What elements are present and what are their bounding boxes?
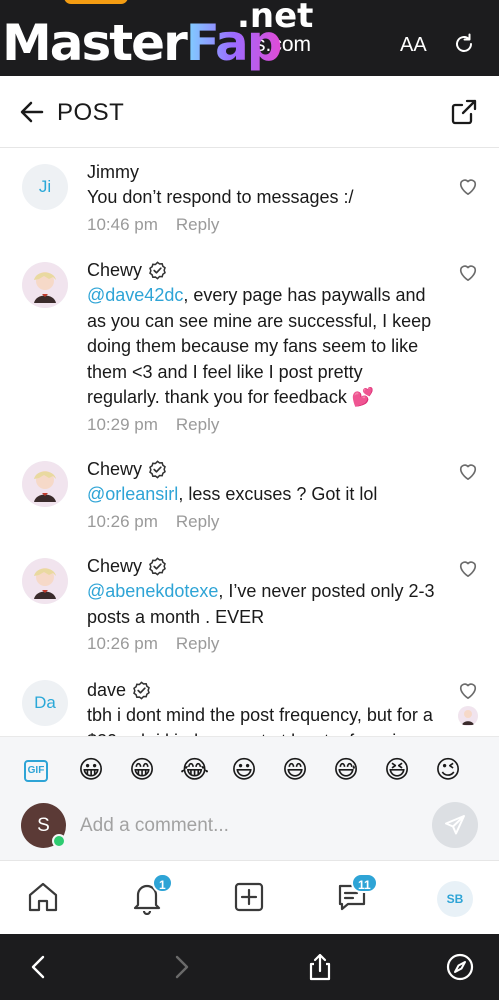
- avatar-jimmy[interactable]: Ji: [22, 164, 68, 210]
- heart-icon[interactable]: [457, 558, 479, 578]
- compass-icon[interactable]: [445, 952, 475, 982]
- share-icon[interactable]: [450, 98, 478, 126]
- heart-icon[interactable]: [457, 262, 479, 282]
- avatar-chewy[interactable]: [22, 262, 68, 308]
- browser-forward-icon[interactable]: [166, 952, 196, 982]
- comment-text: , less excuses ? Got it lol: [178, 484, 378, 504]
- commenter-name[interactable]: Chewy: [87, 258, 142, 282]
- avatar-chewy[interactable]: [22, 558, 68, 604]
- gif-icon[interactable]: GIF: [24, 760, 48, 782]
- verified-badge-icon: [149, 260, 166, 280]
- browser-toolbar: [0, 934, 499, 1000]
- back-arrow-icon[interactable]: [18, 98, 46, 126]
- liked-by-creator-avatar: [458, 706, 478, 726]
- reload-icon[interactable]: [452, 32, 476, 56]
- comment-time: 10:46 pm: [87, 214, 158, 234]
- comment-input[interactable]: [80, 806, 410, 846]
- emoji-grinning[interactable]: 😀: [78, 755, 104, 785]
- commenter-name[interactable]: dave: [87, 678, 126, 702]
- emoji-big-eyes[interactable]: 😃: [231, 755, 257, 785]
- nav-home[interactable]: [25, 879, 61, 915]
- messages-badge: 11: [351, 873, 378, 893]
- emoji-wink[interactable]: 😉: [435, 755, 461, 785]
- notifications-badge: 1: [152, 873, 173, 893]
- commenter-name[interactable]: Jimmy: [87, 160, 139, 184]
- mention-link[interactable]: @dave42dc: [87, 285, 183, 305]
- comments-list: Ji Jimmy You don’t respond to messages :…: [0, 148, 499, 736]
- post-header: POST: [0, 76, 499, 148]
- comment-composer: S: [0, 790, 499, 860]
- avatar-dave[interactable]: Da: [22, 680, 68, 726]
- watermark-net: .net: [237, 0, 314, 36]
- page-title: POST: [57, 99, 125, 126]
- browser-share-icon[interactable]: [305, 952, 335, 982]
- comment-time: 10:26 pm: [87, 511, 158, 531]
- commenter-name[interactable]: Chewy: [87, 457, 142, 481]
- emoji-sweat-smile[interactable]: 😅: [333, 755, 359, 785]
- verified-badge-icon: [133, 680, 150, 700]
- reply-button[interactable]: Reply: [176, 634, 219, 653]
- browser-address-bar: s.com MasterFap .net AA: [0, 0, 499, 76]
- avatar-chewy[interactable]: [22, 461, 68, 507]
- heart-icon[interactable]: [457, 461, 479, 481]
- emoji-beaming[interactable]: 😁: [129, 755, 155, 785]
- comment-time: 10:29 pm: [87, 414, 158, 434]
- reply-button[interactable]: Reply: [176, 415, 219, 434]
- mention-link[interactable]: @abenekdotexe: [87, 581, 218, 601]
- profile-avatar[interactable]: SB: [437, 881, 473, 917]
- online-status-dot: [52, 834, 66, 848]
- emoji-tears-of-joy[interactable]: 😂: [180, 755, 209, 785]
- send-icon: [445, 815, 465, 835]
- verified-badge-icon: [149, 459, 166, 479]
- send-button[interactable]: [432, 802, 478, 848]
- browser-back-icon[interactable]: [24, 952, 54, 982]
- watermark-part-master: Master: [2, 14, 188, 72]
- heart-icon[interactable]: [457, 680, 479, 700]
- comment-text: You don’t respond to messages :/: [87, 187, 354, 207]
- nav-add-post[interactable]: [231, 879, 267, 915]
- mention-link[interactable]: @orleansirl: [87, 484, 178, 504]
- status-pill: [64, 0, 128, 4]
- reply-button[interactable]: Reply: [176, 215, 219, 234]
- emoji-squinting[interactable]: 😆: [384, 755, 410, 785]
- commenter-name[interactable]: Chewy: [87, 554, 142, 578]
- text-size-button[interactable]: AA: [400, 34, 427, 57]
- comment-time: 10:26 pm: [87, 634, 158, 653]
- heart-icon[interactable]: [457, 176, 479, 196]
- comment-text: tbh i dont mind the post frequency, but …: [87, 705, 435, 736]
- verified-badge-icon: [149, 556, 166, 576]
- bottom-navigation: 1 11 SB: [0, 860, 499, 934]
- reply-button[interactable]: Reply: [176, 512, 219, 531]
- emoji-smiling-eyes[interactable]: 😄: [282, 755, 308, 785]
- home-icon: [28, 882, 58, 912]
- add-square-icon: [234, 882, 264, 912]
